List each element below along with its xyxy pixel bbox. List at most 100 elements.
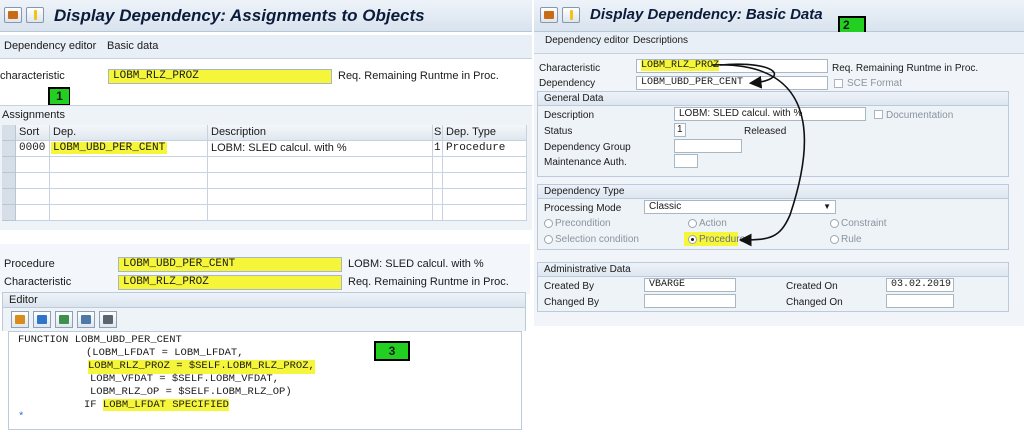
dependency-field[interactable]: LOBM_UBD_PER_CENT bbox=[636, 76, 828, 90]
row-selector[interactable] bbox=[2, 141, 16, 157]
empty-cell bbox=[208, 173, 433, 189]
documentation-checkbox[interactable] bbox=[874, 110, 883, 119]
display-icon[interactable] bbox=[4, 7, 22, 23]
radio-constraint[interactable] bbox=[830, 219, 839, 228]
radio-action[interactable] bbox=[688, 219, 697, 228]
empty-cell bbox=[443, 173, 527, 189]
code-line-6: IF LOBM_LFDAT SPECIFIED bbox=[84, 399, 229, 413]
empty-cell bbox=[433, 157, 443, 173]
menu-basic-data[interactable]: Basic data bbox=[107, 35, 158, 57]
empty-cell bbox=[50, 205, 208, 221]
code-line-3: LOBM_RLZ_PROZ = $SELF.LOBM_RLZ_PROZ, bbox=[88, 360, 315, 374]
procedure-field[interactable]: LOBM_UBD_PER_CENT bbox=[118, 257, 342, 272]
status-field[interactable]: 1 bbox=[674, 123, 686, 137]
cell-description: LOBM: SLED calcul. with % bbox=[208, 141, 433, 157]
code-if-condition: LOBM_LFDAT SPECIFIED bbox=[102, 399, 229, 411]
changed-by-field[interactable] bbox=[644, 294, 736, 308]
procedure-characteristic-description: Req. Remaining Runtme in Proc. bbox=[348, 276, 509, 288]
radio-procedure[interactable] bbox=[688, 235, 697, 244]
row-selector[interactable] bbox=[2, 173, 16, 189]
status-label: Status bbox=[544, 126, 573, 137]
print-icon[interactable] bbox=[99, 311, 117, 328]
editor-label: Editor bbox=[9, 294, 38, 306]
right-characteristic-description: Req. Remaining Runtme in Proc. bbox=[832, 63, 979, 74]
empty-cell bbox=[208, 157, 433, 173]
maintenance-auth-label: Maintenance Auth. bbox=[544, 157, 627, 168]
description-field[interactable]: LOBM: SLED calcul. with % bbox=[674, 107, 866, 121]
procedure-characteristic-text: LOBM_RLZ_PROZ bbox=[123, 276, 209, 288]
menu-descriptions[interactable]: Descriptions bbox=[633, 32, 688, 50]
radio-rule[interactable] bbox=[830, 235, 839, 244]
menu-dependency-editor[interactable]: Dependency editor bbox=[545, 32, 629, 50]
empty-cell bbox=[50, 189, 208, 205]
description-label: Description bbox=[544, 110, 595, 121]
copy-icon[interactable] bbox=[55, 311, 73, 328]
paste-icon[interactable] bbox=[77, 311, 95, 328]
row-selector[interactable] bbox=[2, 205, 16, 221]
right-characteristic-field[interactable]: LOBM_RLZ_PROZ bbox=[636, 59, 828, 73]
sce-format-checkbox[interactable] bbox=[834, 79, 843, 88]
changed-by-label: Changed By bbox=[544, 297, 600, 308]
step-badge-1: 1 bbox=[48, 87, 70, 106]
display-icon[interactable] bbox=[540, 7, 558, 23]
col-header-dep[interactable]: Dep. bbox=[50, 125, 208, 141]
general-data-header: General Data bbox=[537, 91, 1009, 106]
left-menu-bar: Dependency editor Basic data bbox=[0, 35, 532, 59]
empty-cell bbox=[443, 189, 527, 205]
procedure-characteristic-field[interactable]: LOBM_RLZ_PROZ bbox=[118, 275, 342, 290]
radio-selection-condition-label: Selection condition bbox=[555, 234, 639, 245]
code-line-2: (LOBM_LFDAT = LOBM_LFDAT, bbox=[86, 347, 244, 359]
cell-dep-text: LOBM_UBD_PER_CENT bbox=[51, 142, 168, 154]
other-object-icon[interactable] bbox=[562, 7, 580, 23]
procedure-label: Procedure bbox=[4, 258, 55, 270]
code-line-5: LOBM_RLZ_OP = $SELF.LOBM_RLZ_OP) bbox=[90, 386, 292, 398]
dependency-group-label: Dependency Group bbox=[544, 142, 631, 153]
row-selector[interactable] bbox=[2, 157, 16, 173]
radio-precondition[interactable] bbox=[544, 219, 553, 228]
right-menu-bar: Dependency editor Descriptions bbox=[534, 32, 1024, 54]
col-header-dep-type[interactable]: Dep. Type bbox=[443, 125, 527, 141]
row-selector[interactable] bbox=[2, 189, 16, 205]
changed-on-field[interactable] bbox=[886, 294, 954, 308]
col-header-sort[interactable]: Sort bbox=[16, 125, 50, 141]
characteristic-field[interactable]: LOBM_RLZ_PROZ bbox=[108, 69, 332, 84]
radio-constraint-label: Constraint bbox=[841, 218, 887, 229]
empty-cell bbox=[16, 205, 50, 221]
procedure-characteristic-label: Characteristic bbox=[4, 276, 72, 288]
created-on-field[interactable]: 03.02.2019 bbox=[886, 278, 954, 292]
empty-cell bbox=[433, 205, 443, 221]
processing-mode-select[interactable]: Classic ▼ bbox=[644, 200, 836, 214]
empty-cell bbox=[16, 173, 50, 189]
empty-cell bbox=[50, 173, 208, 189]
created-by-field[interactable]: VBARGE bbox=[644, 278, 736, 292]
dependency-group-field[interactable] bbox=[674, 139, 742, 153]
empty-cell bbox=[16, 189, 50, 205]
table-select-all[interactable] bbox=[2, 125, 16, 141]
check-syntax-icon[interactable] bbox=[33, 311, 51, 328]
characteristic-description: Req. Remaining Runtme in Proc. bbox=[338, 70, 499, 82]
created-by-label: Created By bbox=[544, 281, 595, 292]
col-header-s[interactable]: S bbox=[433, 125, 443, 141]
processing-mode-label: Processing Mode bbox=[544, 203, 622, 214]
col-header-description[interactable]: Description bbox=[208, 125, 433, 141]
dependency-type-header: Dependency Type bbox=[537, 184, 1009, 199]
empty-cell bbox=[208, 189, 433, 205]
left-page-title: Display Dependency: Assignments to Objec… bbox=[54, 6, 425, 25]
radio-selection-condition[interactable] bbox=[544, 235, 553, 244]
editor-header: Editor bbox=[2, 292, 526, 308]
procedure-field-text: LOBM_UBD_PER_CENT bbox=[123, 258, 236, 270]
empty-cell bbox=[433, 189, 443, 205]
radio-procedure-label: Procedure bbox=[699, 234, 746, 245]
other-object-icon[interactable] bbox=[26, 7, 44, 23]
empty-cell bbox=[16, 157, 50, 173]
processing-mode-value: Classic bbox=[649, 201, 682, 212]
characteristic-label: characteristic bbox=[0, 70, 65, 82]
menu-dependency-editor[interactable]: Dependency editor bbox=[4, 35, 96, 57]
right-characteristic-label: Characteristic bbox=[539, 63, 601, 74]
cell-dep[interactable]: LOBM_UBD_PER_CENT bbox=[50, 141, 208, 157]
cell-s: 1 bbox=[433, 141, 443, 157]
maintenance-auth-field[interactable] bbox=[674, 154, 698, 168]
change-display-icon[interactable] bbox=[11, 311, 29, 328]
changed-on-label: Changed On bbox=[786, 297, 843, 308]
code-if-keyword: IF bbox=[84, 399, 97, 411]
